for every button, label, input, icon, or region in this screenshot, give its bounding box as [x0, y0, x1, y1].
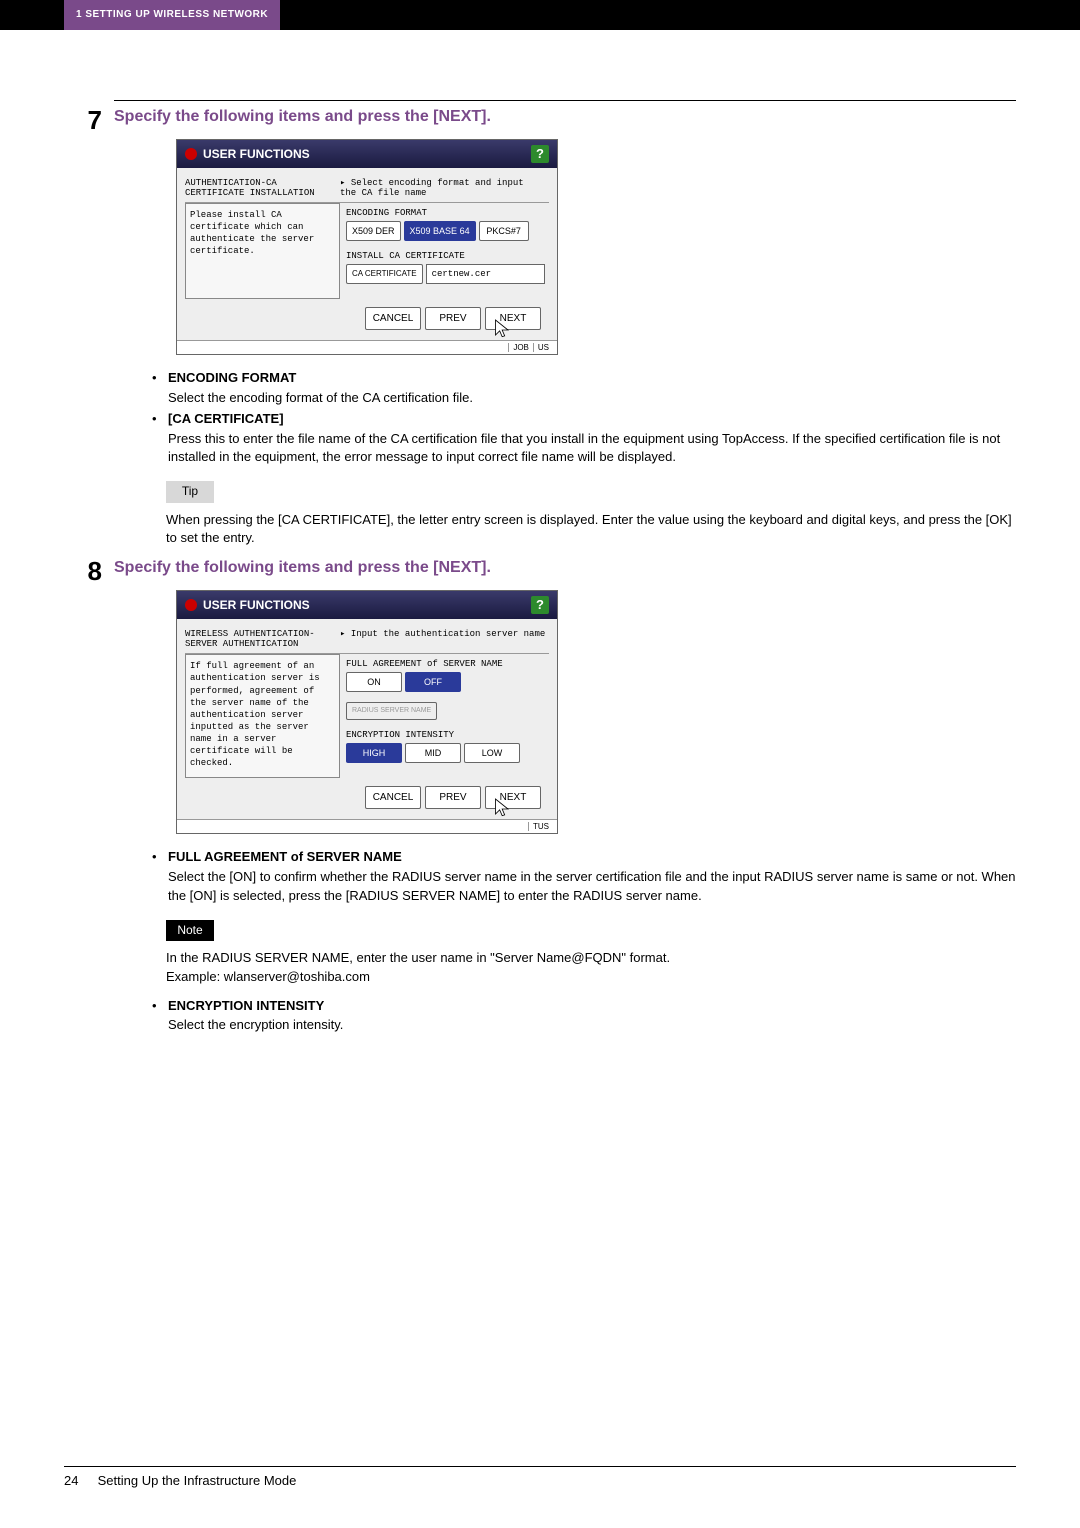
ca-certificate-value[interactable]: certnew.cer: [426, 264, 545, 284]
bullet-heading: ENCRYPTION INTENSITY: [168, 998, 324, 1013]
status-us: US: [533, 343, 553, 352]
screenshot-7: USER FUNCTIONS ? AUTHENTICATION-CA CERTI…: [176, 139, 1016, 355]
on-button[interactable]: ON: [346, 672, 402, 692]
panel-title-line1: WIRELESS AUTHENTICATION-: [185, 629, 340, 639]
note-line2: Example: wlanserver@toshiba.com: [166, 968, 1016, 987]
bullet-icon: [152, 369, 168, 408]
cancel-button[interactable]: CANCEL: [365, 307, 421, 330]
next-button[interactable]: NEXT: [485, 307, 541, 330]
pkcs7-button[interactable]: PKCS#7: [479, 221, 529, 241]
bullet-full-agreement: FULL AGREEMENT of SERVER NAME Select the…: [152, 848, 1016, 906]
step-7-heading: 7 Specify the following items and press …: [64, 107, 1016, 133]
footer-title: Setting Up the Infrastructure Mode: [98, 1473, 297, 1488]
prev-button[interactable]: PREV: [425, 786, 481, 809]
page-header-bar: 1 SETTING UP WIRELESS NETWORK: [0, 0, 1080, 30]
footer-divider: [64, 1466, 1016, 1467]
bullet-text: Select the encoding format of the CA cer…: [168, 389, 1016, 408]
bullet-ca-certificate: [CA CERTIFICATE] Press this to enter the…: [152, 410, 1016, 468]
bullet-heading: FULL AGREEMENT of SERVER NAME: [168, 849, 402, 864]
low-button[interactable]: LOW: [464, 743, 520, 763]
panel-title-line1: AUTHENTICATION-CA: [185, 178, 340, 188]
help-icon[interactable]: ?: [531, 145, 549, 163]
step-title: Specify the following items and press th…: [114, 558, 1016, 579]
status-tus: TUS: [528, 822, 553, 831]
status-bar: JOB US: [177, 340, 557, 354]
window-titlebar: USER FUNCTIONS ?: [177, 591, 557, 619]
step-divider: [114, 100, 1016, 101]
screenshot-8: USER FUNCTIONS ? WIRELESS AUTHENTICATION…: [176, 590, 1016, 834]
page-number: 24: [64, 1473, 94, 1488]
x509-base64-button[interactable]: X509 BASE 64: [404, 221, 476, 241]
window-title: USER FUNCTIONS: [203, 147, 310, 161]
help-icon[interactable]: ?: [531, 596, 549, 614]
bullet-text: Select the encryption intensity.: [168, 1016, 1016, 1035]
next-button[interactable]: NEXT: [485, 786, 541, 809]
status-job: JOB: [508, 343, 533, 352]
window-title: USER FUNCTIONS: [203, 598, 310, 612]
encryption-intensity-label: ENCRYPTION INTENSITY: [346, 730, 545, 740]
install-ca-label: INSTALL CA CERTIFICATE: [346, 251, 545, 261]
app-icon: [185, 599, 197, 611]
x509-der-button[interactable]: X509 DER: [346, 221, 401, 241]
info-panel: Please install CA certificate which can …: [185, 203, 340, 299]
page-footer: 24 Setting Up the Infrastructure Mode: [64, 1466, 1016, 1488]
note-label: Note: [166, 920, 214, 941]
tip-label: Tip: [166, 481, 214, 502]
window-titlebar: USER FUNCTIONS ?: [177, 140, 557, 168]
app-icon: [185, 148, 197, 160]
panel-instruction-line1: ▸ Input the authentication server name: [340, 629, 549, 639]
prev-button[interactable]: PREV: [425, 307, 481, 330]
step-8-heading: 8 Specify the following items and press …: [64, 558, 1016, 584]
high-button[interactable]: HIGH: [346, 743, 402, 763]
note-text: In the RADIUS SERVER NAME, enter the use…: [166, 949, 1016, 987]
step-number: 8: [64, 558, 114, 584]
mid-button[interactable]: MID: [405, 743, 461, 763]
panel-instruction-line1: ▸ Select encoding format and input: [340, 178, 549, 188]
radius-server-name-button[interactable]: RADIUS SERVER NAME: [346, 702, 437, 720]
status-bar: TUS: [177, 819, 557, 833]
cancel-button[interactable]: CANCEL: [365, 786, 421, 809]
bullet-icon: [152, 997, 168, 1036]
page-content: 7 Specify the following items and press …: [0, 30, 1080, 1035]
step-number: 7: [64, 107, 114, 133]
off-button[interactable]: OFF: [405, 672, 461, 692]
bullet-heading: ENCODING FORMAT: [168, 370, 296, 385]
bullet-text: Select the [ON] to confirm whether the R…: [168, 868, 1016, 906]
panel-title-line2: SERVER AUTHENTICATION: [185, 639, 340, 649]
bullet-encoding-format: ENCODING FORMAT Select the encoding form…: [152, 369, 1016, 408]
bullet-icon: [152, 848, 168, 906]
encoding-format-label: ENCODING FORMAT: [346, 208, 545, 218]
info-panel: If full agreement of an authentication s…: [185, 654, 340, 778]
panel-title-line2: CERTIFICATE INSTALLATION: [185, 188, 340, 198]
ca-certificate-button[interactable]: CA CERTIFICATE: [346, 264, 423, 284]
bullet-heading: [CA CERTIFICATE]: [168, 411, 284, 426]
full-agreement-label: FULL AGREEMENT of SERVER NAME: [346, 659, 545, 669]
bullet-encryption-intensity: ENCRYPTION INTENSITY Select the encrypti…: [152, 997, 1016, 1036]
section-tab: 1 SETTING UP WIRELESS NETWORK: [64, 0, 280, 30]
note-line1: In the RADIUS SERVER NAME, enter the use…: [166, 949, 1016, 968]
bullet-icon: [152, 410, 168, 468]
bullet-text: Press this to enter the file name of the…: [168, 430, 1016, 468]
tip-text: When pressing the [CA CERTIFICATE], the …: [166, 511, 1016, 549]
panel-instruction-line2: the CA file name: [340, 188, 549, 198]
step-title: Specify the following items and press th…: [114, 107, 1016, 128]
